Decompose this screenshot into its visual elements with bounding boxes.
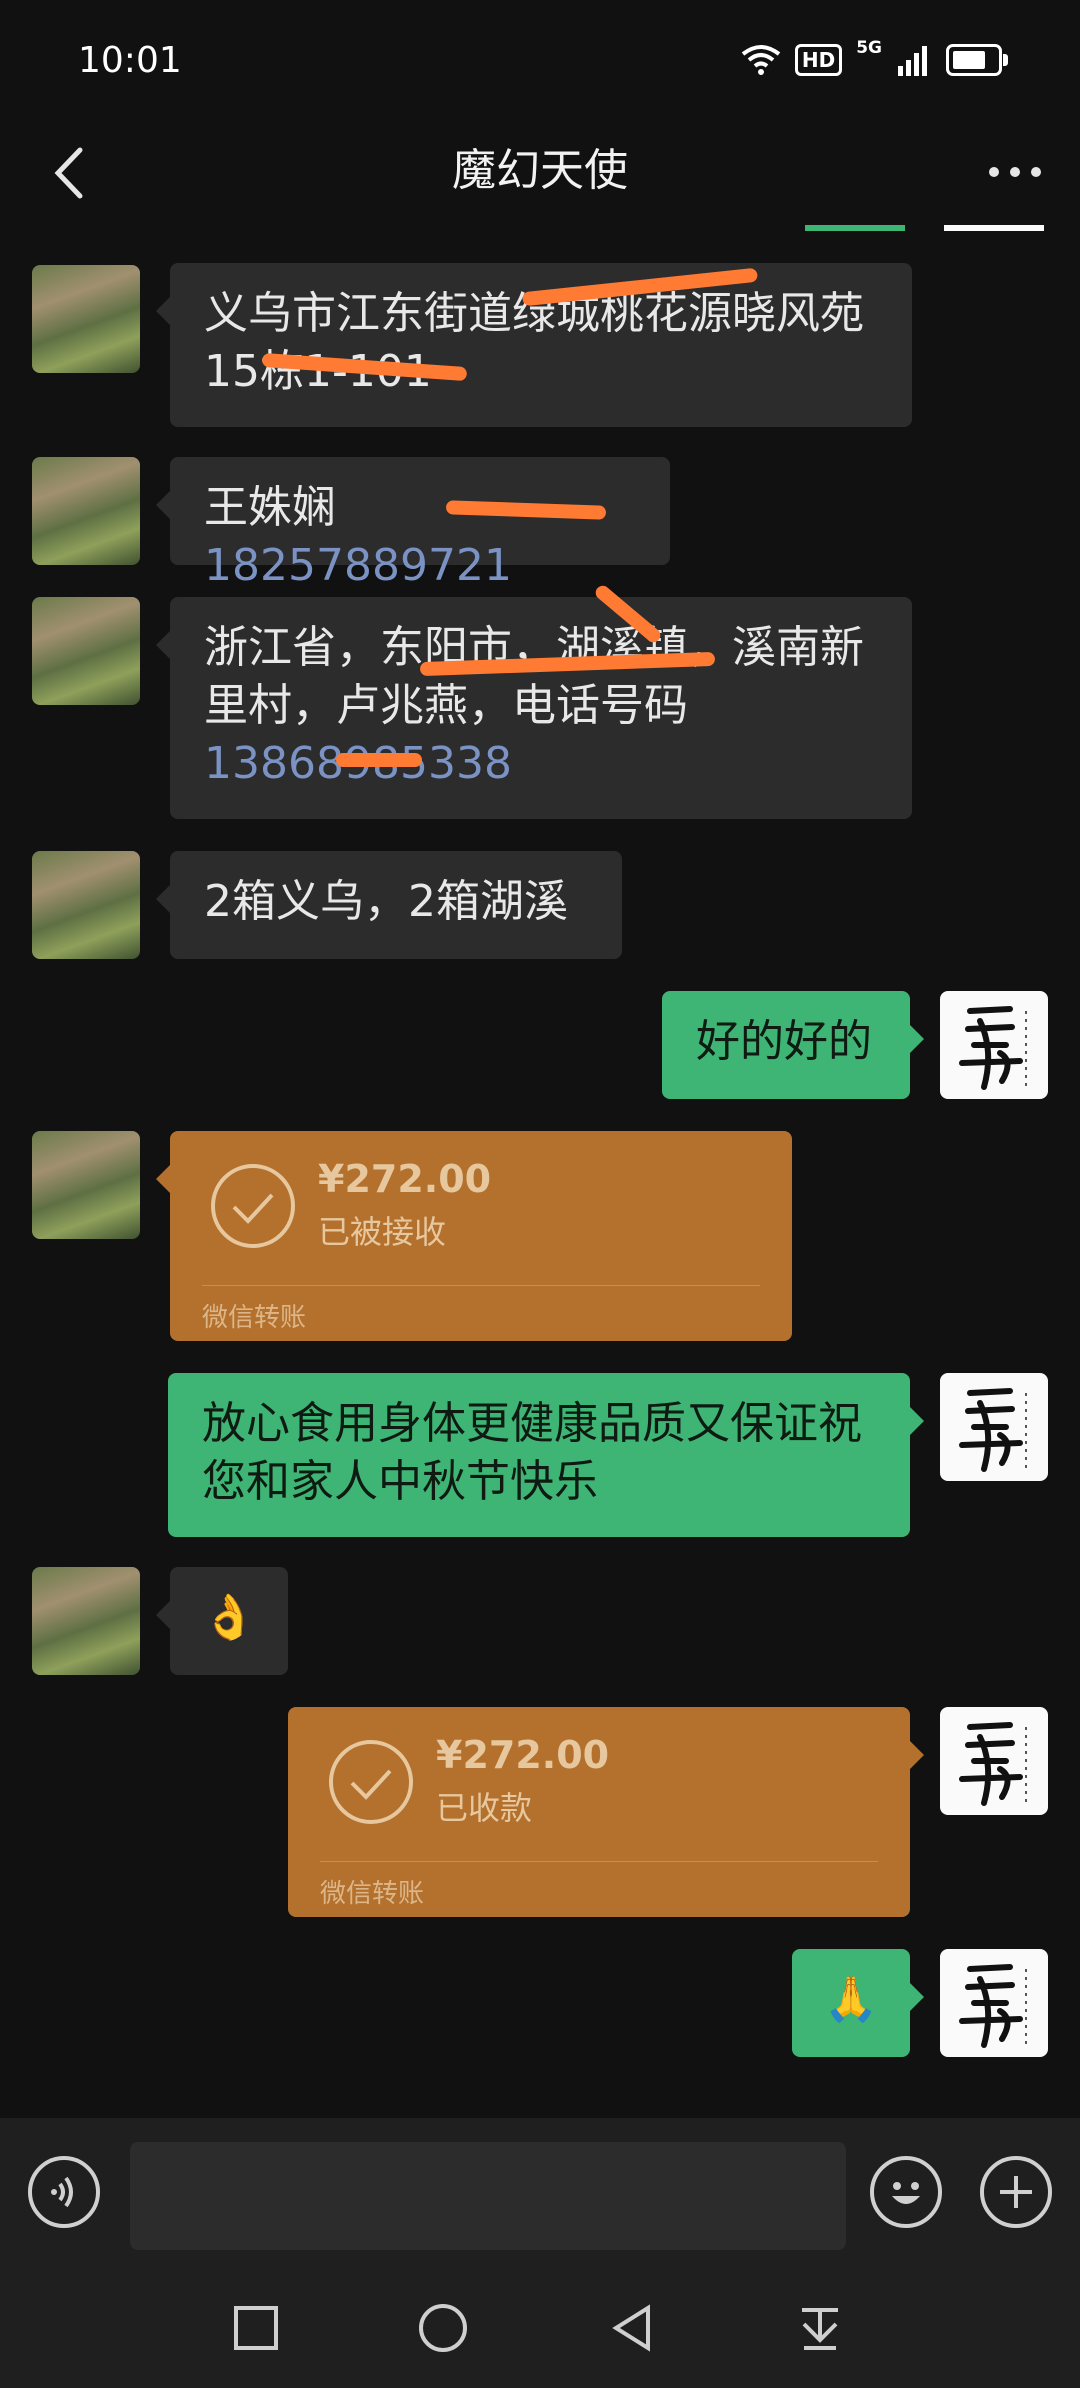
transfer-amount: ¥272.00 (436, 1733, 610, 1777)
signal-icon (898, 46, 927, 76)
my-avatar[interactable] (940, 991, 1048, 1099)
ok-hand-emoji: 👌 (201, 1592, 257, 1643)
message-input[interactable] (130, 2142, 846, 2250)
status-time: 10:01 (78, 40, 182, 81)
nav-back-icon[interactable] (602, 2298, 662, 2358)
emoji-bubble[interactable]: 👌 (156, 1567, 288, 1675)
transfer-status: 已收款 (436, 1789, 533, 1827)
contact-avatar[interactable] (32, 1567, 140, 1675)
emoji-bubble[interactable]: 🙏 (792, 1949, 924, 2057)
calligraphy-icon (959, 1388, 1027, 1472)
my-avatar[interactable] (940, 1949, 1048, 2057)
calligraphy-icon (959, 1722, 1027, 1806)
contact-avatar[interactable] (32, 457, 140, 565)
calligraphy-icon (959, 1006, 1027, 1090)
message-bubble[interactable]: 2箱义乌，2箱湖溪 (156, 851, 622, 959)
check-circle-icon (329, 1740, 413, 1824)
my-avatar[interactable] (940, 1373, 1048, 1481)
transfer-amount: ¥272.00 (318, 1157, 492, 1201)
chat-title: 魔幻天使 (452, 145, 628, 196)
status-bar: 10:01 HD 5G (0, 0, 1080, 120)
transfer-status: 已被接收 (318, 1213, 447, 1251)
check-circle-icon (211, 1164, 295, 1248)
pray-emoji: 🙏 (823, 1974, 879, 2025)
input-bar (0, 2118, 1080, 2268)
message-text: 放心食用身体更健康品质又保证祝您和家人中秋节快乐 (202, 1398, 862, 1507)
my-avatar[interactable] (940, 1707, 1048, 1815)
transfer-card[interactable]: ¥272.00 已被接收 微信转账 (156, 1131, 792, 1341)
message-bubble[interactable]: 义乌市江东街道绿城桃花源晓风苑15栋1-101 (156, 263, 912, 427)
message-bubble[interactable]: 放心食用身体更健康品质又保证祝您和家人中秋节快乐 (168, 1373, 924, 1537)
battery-icon (946, 44, 1008, 76)
transfer-label: 微信转账 (202, 1303, 307, 1333)
message-text: 好的好的 (696, 1016, 872, 1067)
contact-avatar[interactable] (32, 597, 140, 705)
chat-header: 魔幻天使 (0, 120, 1080, 230)
nav-square-icon[interactable] (226, 2298, 286, 2358)
system-nav-bar (0, 2268, 1080, 2388)
plus-button[interactable] (980, 2156, 1052, 2228)
nav-circle-icon[interactable] (413, 2298, 473, 2358)
contact-avatar[interactable] (32, 265, 140, 373)
message-list[interactable]: 义乌市江东街道绿城桃花源晓风苑15栋1-101 王姝娴 18257889721 … (0, 225, 1080, 2115)
cut-off-avatar (944, 225, 1044, 231)
hd-badge: HD (794, 44, 843, 76)
more-icon[interactable] (980, 142, 1050, 202)
phone-link[interactable]: 18257889721 (204, 540, 512, 591)
network-type: 5G (856, 38, 882, 58)
status-icons: HD 5G (741, 38, 1008, 76)
plus-icon (1000, 2176, 1032, 2208)
voice-button[interactable] (28, 2156, 100, 2228)
message-bubble[interactable]: 浙江省，东阳市，湖溪镇，溪南新里村，卢兆燕，电话号码 13868985338 (156, 597, 912, 819)
transfer-label: 微信转账 (320, 1879, 425, 1909)
contact-avatar[interactable] (32, 1131, 140, 1239)
contact-avatar[interactable] (32, 851, 140, 959)
emoji-icon (892, 2182, 920, 2204)
wifi-icon (741, 45, 781, 75)
message-bubble[interactable]: 好的好的 (662, 991, 924, 1099)
nav-collapse-icon[interactable] (790, 2298, 850, 2358)
message-text: 2箱义乌，2箱湖溪 (204, 876, 568, 927)
voice-icon (51, 2176, 73, 2208)
redaction-mark (336, 753, 422, 767)
calligraphy-icon (959, 1964, 1027, 2048)
message-text: 浙江省，东阳市，湖溪镇，溪南新里村，卢兆燕，电话号码 (204, 622, 864, 731)
cut-off-bubble (805, 225, 905, 231)
message-text: 王姝娴 (204, 482, 336, 533)
transfer-card[interactable]: ¥272.00 已收款 微信转账 (288, 1707, 924, 1917)
emoji-button[interactable] (870, 2156, 942, 2228)
